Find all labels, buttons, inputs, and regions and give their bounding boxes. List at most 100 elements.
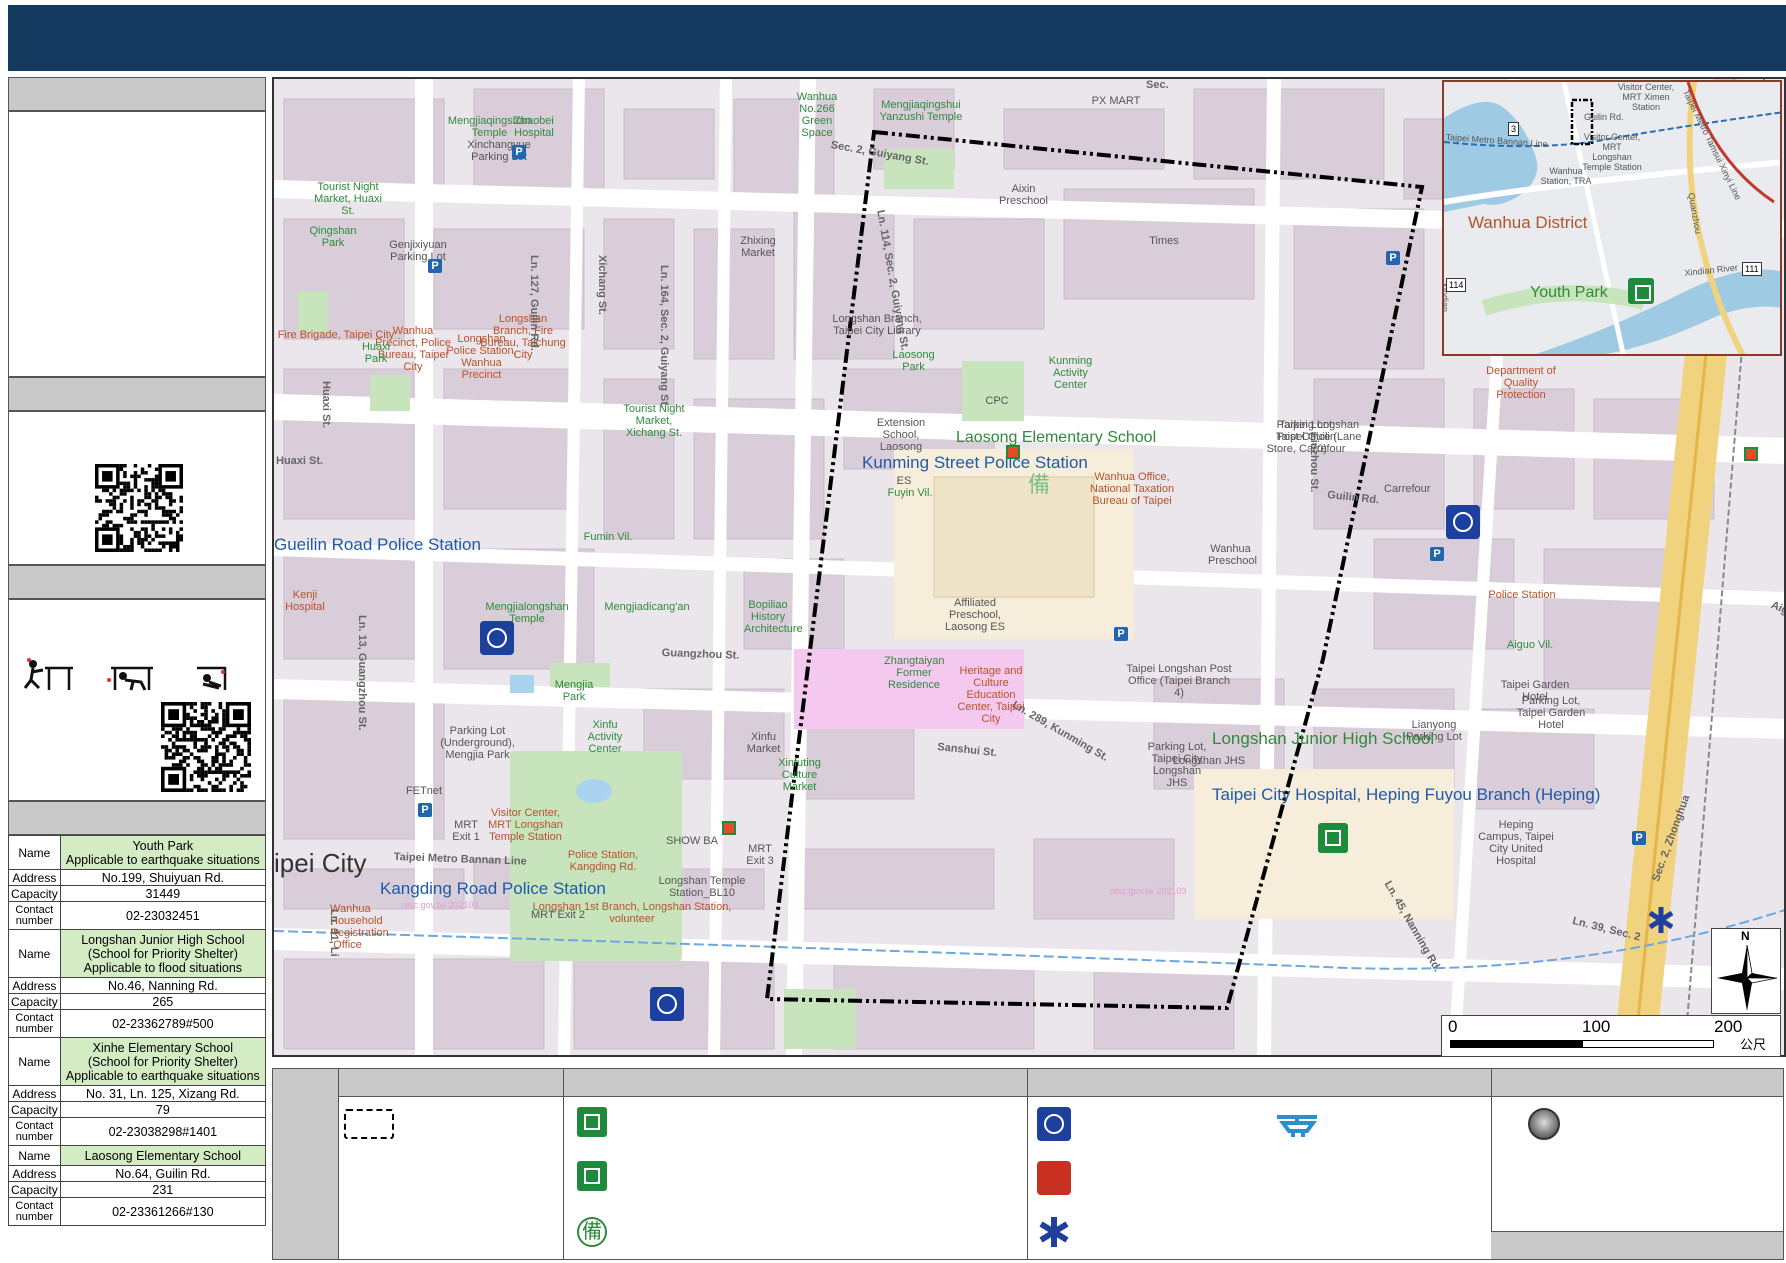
- gueilin-police-station-icon[interactable]: [480, 621, 514, 655]
- row-value-name: Youth Park Applicable to earthquake situa…: [59, 835, 267, 870]
- map-poi-label: Police Station: [1488, 589, 1556, 601]
- shelter-name-line: (School for Priority Shelter): [87, 1054, 238, 1069]
- longshan-jhs-shelter-icon[interactable]: [1318, 823, 1348, 853]
- building-block-39: [793, 848, 995, 910]
- map-poi-label: Mengjiadicang'an: [604, 601, 690, 613]
- panel-header-2: [8, 377, 266, 411]
- row-key-address: Address: [8, 977, 61, 994]
- street-name-label: Liuzhou St.: [1308, 433, 1320, 493]
- map-poi-label: Tourist Night Market, Huaxi St.: [314, 181, 382, 217]
- table-row: Capacity 79: [8, 1101, 267, 1118]
- major-facility-label: Taipei City Hospital, Heping Fuyou Branc…: [1212, 785, 1601, 804]
- map-poi-label: Xinfuting Culture Market: [778, 757, 821, 793]
- map-poi-label: Qingshan Park: [309, 225, 357, 249]
- scale-segment-black: [1450, 1040, 1582, 1048]
- map-poi-label: Affiliated Preschool, Laosong ES: [945, 597, 1005, 633]
- map-poi-label: Laosong Park: [892, 349, 935, 373]
- parking-icon[interactable]: P: [1386, 251, 1400, 265]
- kunming-police-station-icon[interactable]: [1446, 505, 1480, 539]
- panel-header-1: [8, 77, 266, 111]
- major-facility-label: Longshan Junior High School: [1212, 729, 1435, 748]
- map-poi-label: Aixin Preschool: [999, 183, 1048, 207]
- building-block-2: [623, 108, 715, 180]
- major-facility-label: Kangding Road Police Station: [380, 879, 606, 898]
- map-poi-label: Longshan Branch, Taipei City Library: [832, 313, 922, 337]
- title-bar: [8, 5, 1786, 71]
- map-watermark: nlsc.gov.tw 202103: [402, 900, 479, 910]
- street-name-label: Sec.: [1146, 79, 1169, 91]
- qr-code-icon[interactable]: [161, 702, 251, 792]
- row-value-name: Longshan Junior High School (School for P…: [59, 929, 267, 978]
- row-key-address: Address: [8, 869, 61, 886]
- inset-locator-map[interactable]: Visitor Center, MRT Ximen Station Taipei …: [1442, 80, 1782, 356]
- shelter-name-line: Youth Park: [132, 838, 194, 853]
- parking-icon[interactable]: P: [428, 259, 442, 273]
- row-value-contact: 02-23038298#1401: [59, 1117, 267, 1146]
- building-block-40: [1033, 838, 1175, 920]
- map-poi-label: Carrefour: [1384, 483, 1431, 495]
- map-poi-label: CPC: [985, 395, 1009, 407]
- convenience-store-icon[interactable]: [1006, 445, 1020, 459]
- hospital-icon[interactable]: [1646, 905, 1676, 935]
- major-facility-label: ipei City: [274, 848, 367, 878]
- table-row: Address No.199, Shuiyuan Rd.: [8, 869, 267, 886]
- map-watermark: nlsc.gov.tw 202103: [1110, 886, 1187, 896]
- table-row: Capacity 231: [8, 1181, 267, 1198]
- table-row: Contact number 02-23362789#500: [8, 1009, 267, 1038]
- row-value-capacity: 265: [59, 993, 267, 1010]
- table-row: Name Longshan Junior High School (School f…: [8, 929, 267, 978]
- building-block-6: [1193, 88, 1385, 180]
- row-key-name: Name: [8, 1145, 61, 1166]
- scale-tick-100: 100: [1582, 1017, 1611, 1036]
- map-poi-label: Tourist Night Market, Xichang St.: [623, 403, 685, 439]
- parking-icon[interactable]: P: [512, 145, 526, 159]
- parking-icon[interactable]: P: [1114, 627, 1128, 641]
- parking-icon[interactable]: P: [1632, 831, 1646, 845]
- compass-icon: [1717, 945, 1777, 1011]
- map-poi-label: FETnet: [405, 785, 443, 797]
- street-name-label: Xichang St.: [596, 255, 608, 315]
- table-row: Address No.46, Nanning Rd.: [8, 977, 267, 994]
- map-poi-label: Visitor Center, MRT Longshan Temple Stat…: [488, 807, 563, 843]
- inset-map-label: Wanhua Station, TRA: [1540, 166, 1592, 186]
- convenience-store-icon[interactable]: [1744, 447, 1758, 461]
- kangding-police-station-icon[interactable]: [650, 987, 684, 1021]
- map-poi-label: Wanhua No.266 Green Space: [796, 91, 838, 139]
- shelter-name-line: Applicable to earthquake situations: [65, 1068, 260, 1083]
- table-row: Capacity 265: [8, 993, 267, 1010]
- legend-gathering-point-icon: [1528, 1108, 1560, 1140]
- row-value-address: No. 31, Ln. 125, Xizang Rd.: [59, 1085, 267, 1102]
- map-poi-label: Heritage and Culture Education Center, T…: [957, 665, 1025, 725]
- row-key-contact: Contact number: [8, 901, 61, 930]
- table-row: Capacity 31449: [8, 885, 267, 902]
- inset-district-label: Wanhua District: [1468, 213, 1588, 232]
- map-poi-label: PX MART: [1091, 95, 1141, 107]
- row-key-name: Name: [8, 835, 61, 870]
- major-facility-label: Laosong Elementary School: [956, 429, 1157, 446]
- inset-map-label: Guilin Rd.: [1584, 112, 1624, 122]
- reserve-shelter-icon: 備: [1028, 472, 1051, 497]
- take-cover-icon: [107, 666, 153, 691]
- map-poi-label: MRT Exit 2: [531, 909, 585, 921]
- building-block-15: [1293, 208, 1425, 370]
- legend-header-row: [339, 1069, 1783, 1097]
- route-shield-icon: 3: [1508, 122, 1520, 136]
- major-facility-label: Kunming Street Police Station: [862, 453, 1088, 472]
- row-value-contact: 02-23362789#500: [59, 1009, 267, 1038]
- qr-code-icon[interactable]: [95, 464, 183, 552]
- parking-icon[interactable]: P: [418, 803, 432, 817]
- map-poi-label: Mengjia Park: [554, 679, 594, 703]
- row-key-capacity: Capacity: [8, 1101, 61, 1118]
- row-value-address: No.64, Guilin Rd.: [59, 1165, 267, 1182]
- row-key-name: Name: [8, 1037, 61, 1086]
- inset-park-shelter-icon: [1628, 278, 1654, 304]
- map-poi-label: Wanhua Office, National Taxation Bureau …: [1089, 471, 1175, 507]
- route-shield-icon: 111: [1742, 262, 1762, 276]
- row-value-address: No.46, Nanning Rd.: [59, 977, 267, 994]
- row-value-capacity: 231: [59, 1181, 267, 1198]
- legend-outdoor-shelter-icon: [577, 1161, 607, 1191]
- legend-fire-station-icon: [1037, 1161, 1071, 1195]
- map-poi-label: Fire Brigade, Taipei City: [277, 329, 395, 341]
- parking-icon[interactable]: P: [1430, 547, 1444, 561]
- convenience-store-icon[interactable]: [722, 821, 736, 835]
